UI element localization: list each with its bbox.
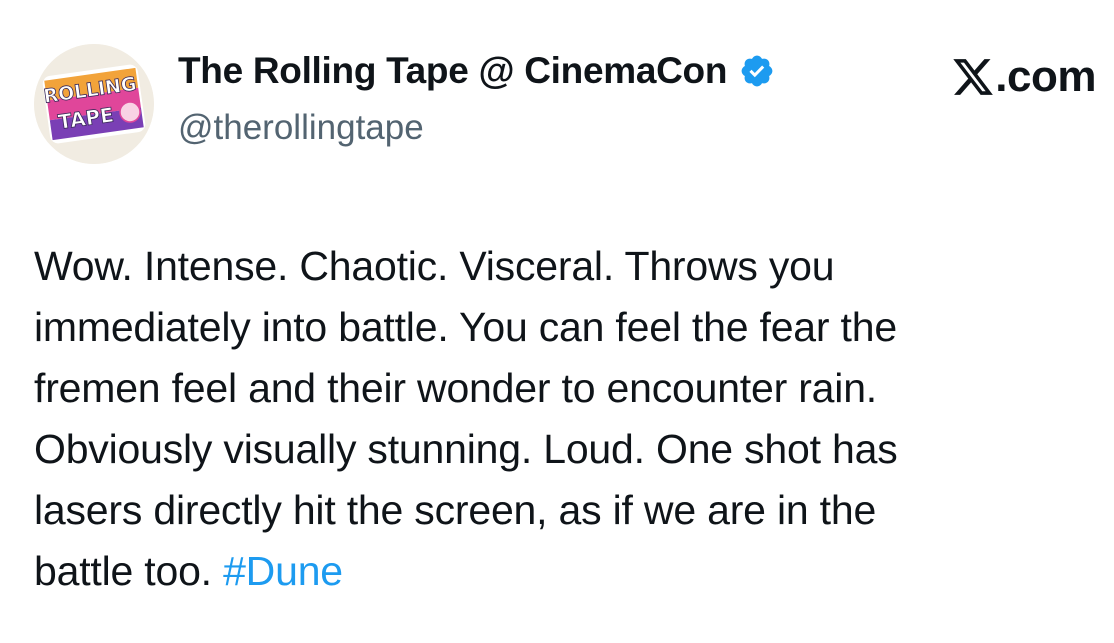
tweet-body-line: lasers directly hit the screen, as if we…: [34, 487, 877, 533]
tweet-body-line-last: battle too. #Dune: [34, 541, 1094, 602]
tweet-body-line-text: battle too.: [34, 548, 224, 594]
author-name-row: The Rolling Tape @ CinemaCon: [178, 50, 775, 92]
brand-watermark: .com: [951, 52, 1096, 102]
verified-badge-icon: [739, 53, 775, 89]
x-logo-icon: [951, 55, 995, 99]
brand-text: .com: [995, 52, 1096, 101]
tweet-body-line: fremen feel and their wonder to encounte…: [34, 365, 877, 411]
rolling-tape-logo-icon: ROLLING TAPE: [34, 44, 154, 164]
hashtag-link[interactable]: #Dune: [223, 548, 343, 594]
tweet-body: Wow. Intense. Chaotic. Visceral. Throws …: [34, 236, 1094, 602]
display-name[interactable]: The Rolling Tape @ CinemaCon: [178, 50, 727, 92]
tweet-body-line: Wow. Intense. Chaotic. Visceral. Throws …: [34, 243, 835, 289]
author-handle[interactable]: @therollingtape: [178, 108, 424, 148]
tweet-card[interactable]: ROLLING TAPE The Rolling Tape @ CinemaCo…: [0, 0, 1114, 643]
avatar[interactable]: ROLLING TAPE: [34, 44, 154, 164]
tweet-body-line: immediately into battle. You can feel th…: [34, 304, 897, 350]
tweet-body-line: Obviously visually stunning. Loud. One s…: [34, 426, 898, 472]
